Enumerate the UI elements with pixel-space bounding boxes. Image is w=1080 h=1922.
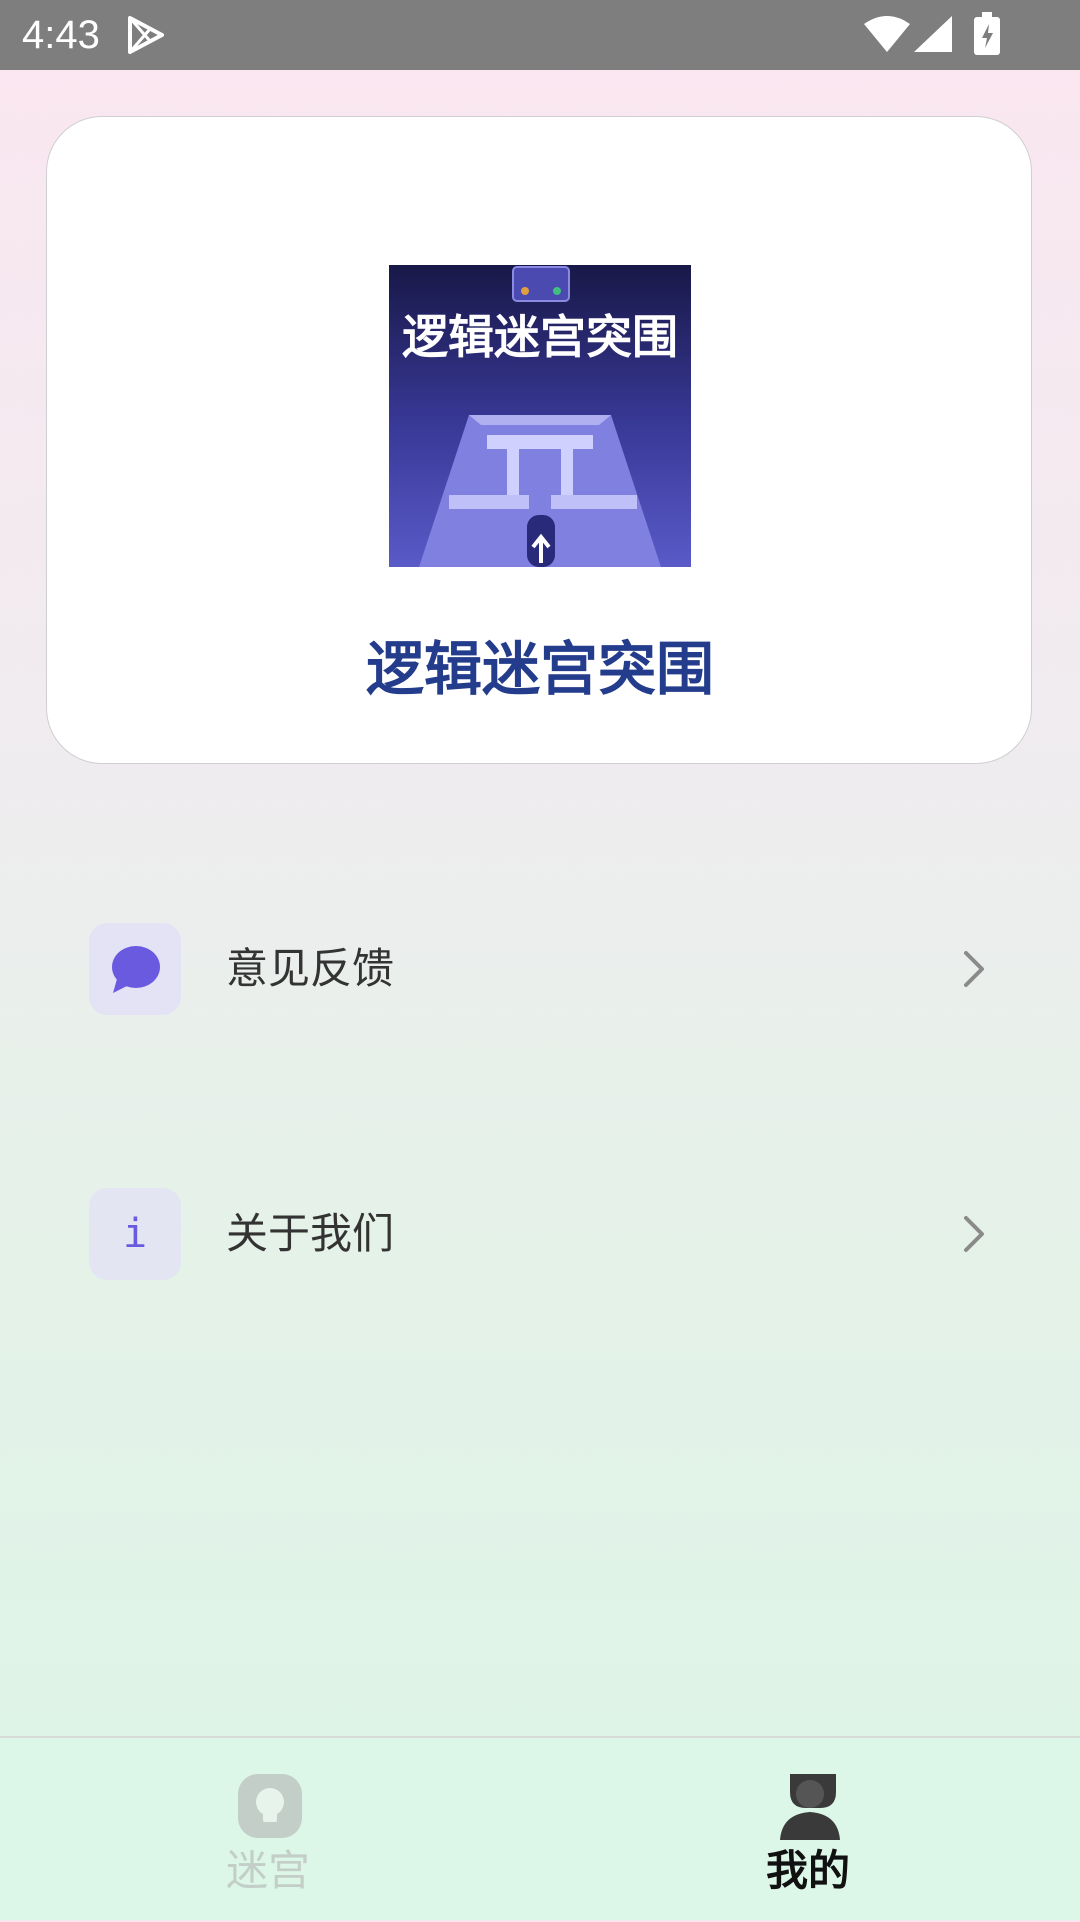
tab-label: 迷宫 xyxy=(225,1846,310,1895)
chevron-right-icon xyxy=(952,947,996,991)
lightbulb-icon xyxy=(234,1770,306,1842)
tab-label: 我的 xyxy=(765,1846,850,1895)
user-icon xyxy=(774,1770,846,1842)
status-bar: 4:43 xyxy=(0,0,1080,70)
battery-icon xyxy=(972,12,1002,56)
wifi-icon xyxy=(862,14,912,54)
info-icon-glyph: i xyxy=(122,1211,148,1257)
menu-item-about[interactable]: i 关于我们 xyxy=(86,1186,996,1282)
tab-maze[interactable]: 迷宫 xyxy=(118,1738,418,1922)
app-card: 逻辑迷宫突围 逻辑迷宫突围 xyxy=(46,116,1032,764)
bottom-tab-bar: 迷宫 我的 xyxy=(0,1736,1080,1920)
menu-item-label: 关于我们 xyxy=(226,1209,395,1258)
play-store-icon xyxy=(124,14,168,56)
chevron-right-icon xyxy=(952,1212,996,1256)
chat-bubble-icon xyxy=(89,923,181,1015)
app-icon: 逻辑迷宫突围 xyxy=(389,265,691,567)
menu-item-label: 意见反馈 xyxy=(226,944,395,993)
menu-item-feedback[interactable]: 意见反馈 xyxy=(86,921,996,1017)
info-icon: i xyxy=(89,1188,181,1280)
signal-icon xyxy=(912,14,954,54)
status-time: 4:43 xyxy=(22,13,100,57)
app-name: 逻辑迷宫突围 xyxy=(365,635,714,703)
app-icon-caption: 逻辑迷宫突围 xyxy=(402,310,678,364)
tab-mine[interactable]: 我的 xyxy=(658,1738,958,1922)
